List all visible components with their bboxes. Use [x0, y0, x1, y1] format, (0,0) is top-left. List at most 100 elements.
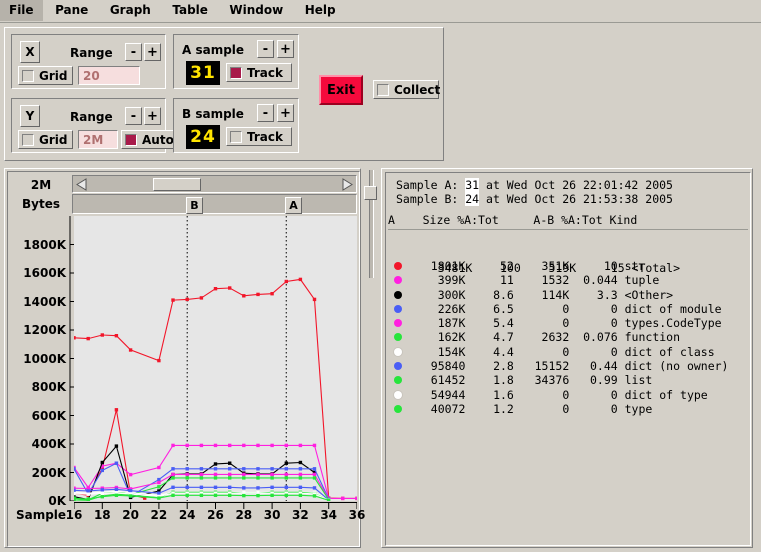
slider-thumb[interactable]: [364, 186, 377, 200]
pane-splitter-slider[interactable]: [363, 170, 378, 278]
y-grid-label: Grid: [39, 132, 68, 147]
sample-marker-bar[interactable]: B A: [72, 194, 357, 214]
table-row-text: 54944 1.6 0 0 dict of type: [410, 387, 708, 402]
kind-color-swatch: [394, 262, 402, 270]
marker-a[interactable]: A: [285, 197, 302, 214]
table-row[interactable]: 1801K 52 351K 10 str: [388, 259, 748, 273]
scroll-right-arrow-icon[interactable]: [340, 177, 355, 192]
table-row[interactable]: 162K 4.7 2632 0.076 function: [388, 330, 748, 344]
a-track-checkbox-indicator: [230, 66, 242, 79]
b-sample-track-checkbox[interactable]: Track: [226, 127, 292, 146]
table-row[interactable]: 61452 1.8 34376 0.99 list: [388, 373, 748, 387]
x-range-minus-button[interactable]: -: [125, 43, 142, 61]
table-column-header[interactable]: A Size %A:Tot A-B %A:Tot Kind: [388, 211, 748, 229]
table-row[interactable]: 187K 5.4 0 0 types.CodeType: [388, 316, 748, 330]
x-grid-checkbox-indicator: [22, 69, 34, 82]
kind-color-swatch: [394, 290, 402, 299]
menu-bar: File Pane Graph Table Window Help: [0, 0, 761, 23]
table-pane: Sample A: 31 at Wed Oct 26 22:01:42 2005…: [381, 168, 753, 548]
x-grid-label: Grid: [39, 68, 68, 83]
menu-item-graph[interactable]: Graph: [101, 0, 160, 21]
table-row-text: 162K 4.7 2632 0.076 function: [410, 330, 681, 345]
table-row[interactable]: 226K 6.5 0 0 dict of module: [388, 302, 748, 316]
table-row[interactable]: 300K 8.6 114K 3.3 <Other>: [388, 288, 748, 302]
y-tick-label: 1200K: [23, 323, 66, 337]
table-row[interactable]: 54944 1.6 0 0 dict of type: [388, 388, 748, 402]
y-auto-checkbox[interactable]: Auto: [121, 130, 180, 149]
y-axis-button[interactable]: Y: [20, 105, 40, 127]
y-range-group: Y Range - + Grid 2M Auto: [11, 98, 180, 153]
b-track-checkbox-indicator: [230, 130, 242, 143]
x-tick-label: 32: [292, 508, 309, 522]
table-row-text: 61452 1.8 34376 0.99 list: [410, 373, 653, 388]
table-row-text: 154K 4.4 0 0 dict of class: [410, 344, 715, 359]
table-rows: 3481K 100 519K 15 <Total> 1801K 52 351K …: [388, 233, 748, 533]
marker-b[interactable]: B: [186, 197, 203, 214]
a-sample-track-checkbox[interactable]: Track: [226, 63, 292, 82]
y-units-label: Bytes: [22, 197, 60, 211]
sample-a-timestamp: at Wed Oct 26 22:01:42 2005: [479, 178, 673, 192]
plot-wrapper: 1800K 1600K 1400K 1200K 1000K 800K 600K 400K 200…: [12, 216, 359, 508]
x-range-plus-button[interactable]: +: [144, 43, 161, 61]
right-edge-strip: [750, 168, 758, 548]
x-axis-button[interactable]: X: [20, 41, 40, 63]
control-panel: X Range - + Grid 20 Y Range - + Grid 2M …: [4, 27, 444, 161]
x-tick-label: 20: [122, 508, 139, 522]
scroll-left-arrow-icon[interactable]: [74, 177, 89, 192]
y-range-minus-button[interactable]: -: [125, 107, 142, 125]
a-sample-plus-button[interactable]: +: [277, 40, 294, 58]
table-row-text: 226K 6.5 0 0 dict of module: [410, 301, 722, 316]
b-sample-plus-button[interactable]: +: [277, 104, 294, 122]
menu-item-table[interactable]: Table: [163, 0, 217, 21]
y-grid-checkbox[interactable]: Grid: [18, 130, 74, 149]
x-tick-label: 16: [65, 508, 83, 522]
table-row-text: 187K 5.4 0 0 types.CodeType: [410, 316, 722, 331]
y-tick-label: 1400K: [23, 294, 66, 309]
x-range-group: X Range - + Grid 20: [11, 34, 166, 89]
y-range-label: Range: [70, 110, 113, 124]
sample-a-prefix: Sample A:: [396, 178, 466, 192]
x-tick-label: 34: [320, 508, 338, 522]
table-row[interactable]: 399K 11 1532 0.044 tuple: [388, 273, 748, 287]
kind-color-swatch: [394, 390, 402, 399]
y-tick-label: 1800K: [23, 237, 66, 252]
x-tick-label: 24: [178, 508, 196, 522]
sample-b-timestamp: at Wed Oct 26 21:53:38 2005: [479, 192, 673, 206]
a-sample-group: A sample - + 31 Track: [173, 34, 299, 89]
collect-checkbox[interactable]: Collect: [373, 80, 441, 99]
menu-item-file[interactable]: File: [0, 0, 43, 21]
a-track-label: Track: [247, 65, 283, 80]
graph-inner: 2M Bytes B A 1800K 1600K 1400K 1200K 1000K 80…: [7, 171, 365, 547]
kind-color-swatch: [394, 347, 402, 356]
table-row[interactable]: 95840 2.8 15152 0.44 dict (no owner): [388, 359, 748, 373]
x-tick-label: 26: [207, 508, 224, 522]
x-grid-checkbox[interactable]: Grid: [18, 66, 74, 85]
y-grid-checkbox-indicator: [22, 133, 34, 146]
collect-label: Collect: [394, 82, 441, 97]
b-sample-value: 24: [186, 125, 220, 149]
graph-horizontal-scrollbar[interactable]: [72, 175, 357, 193]
y-tick-label: 200K: [31, 465, 66, 480]
table-row[interactable]: 154K 4.4 0 0 dict of class: [388, 345, 748, 359]
collect-checkbox-indicator: [377, 83, 389, 96]
menu-item-pane[interactable]: Pane: [46, 0, 97, 21]
table-row[interactable]: 40072 1.2 0 0 type: [388, 402, 748, 416]
y-range-plus-button[interactable]: +: [144, 107, 161, 125]
b-sample-title: B sample: [182, 107, 244, 121]
menu-item-help[interactable]: Help: [296, 0, 345, 21]
y-tick-label: 1600K: [23, 266, 66, 280]
table-row-total[interactable]: 3481K 100 519K 15 <Total>: [388, 233, 748, 275]
a-sample-minus-button[interactable]: -: [257, 40, 274, 58]
x-range-input[interactable]: 20: [78, 66, 140, 85]
x-tick-label: 18: [93, 508, 111, 522]
plot-area[interactable]: [72, 216, 359, 502]
x-range-label: Range: [70, 46, 113, 60]
kind-color-swatch: [394, 404, 402, 413]
menu-item-window[interactable]: Window: [220, 0, 292, 21]
b-sample-minus-button[interactable]: -: [257, 104, 274, 122]
y-range-input[interactable]: 2M: [78, 130, 118, 149]
sample-a-value: 31: [465, 178, 480, 192]
scroll-thumb[interactable]: [153, 178, 201, 191]
y-range-display: 2M: [30, 178, 52, 192]
exit-button[interactable]: Exit: [319, 75, 363, 105]
